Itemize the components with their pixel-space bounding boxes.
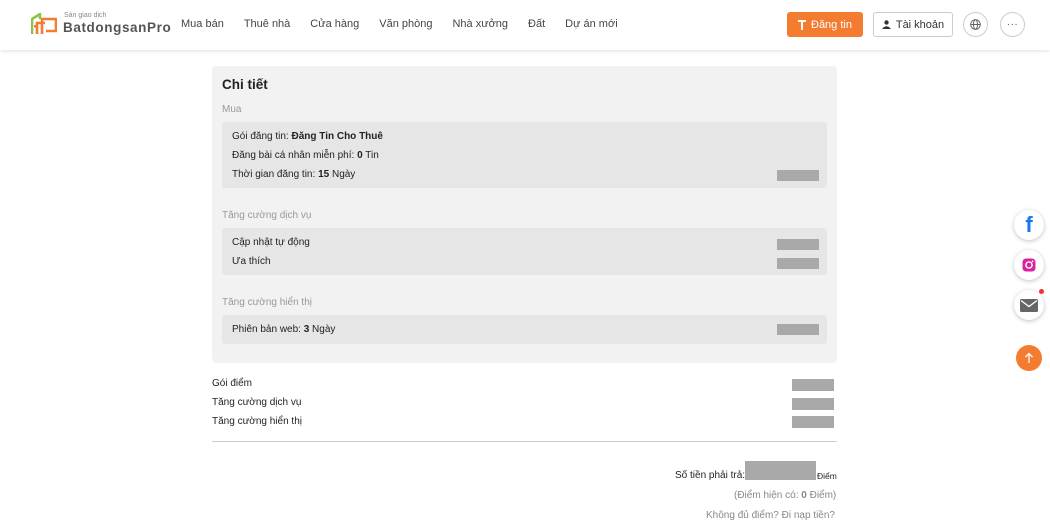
arrow-up-icon [1025,352,1033,363]
duration-value: 15 [318,169,330,180]
nav-item-van-phong[interactable]: Văn phòng [379,18,432,30]
post-listing-label: Đăng tin [811,18,852,31]
notification-dot [1039,289,1044,294]
current-points-prefix: (Điểm hiện có: [734,490,802,501]
nav-item-thue-nha[interactable]: Thuê nhà [244,18,290,30]
redacted-price [792,398,834,410]
logo-text[interactable]: BatdongsanPro [63,20,171,35]
pin-icon [798,19,806,30]
logo-tagline: Sàn giao dịch [64,12,107,19]
detail-card: Chi tiết Mua Gói đăng tin: Đăng Tin Cho … [212,66,837,363]
account-label: Tài khoản [895,18,945,31]
section-service-label: Tăng cường dịch vụ [222,210,312,221]
service-item: Cập nhật tự động [232,237,310,248]
scroll-top-button[interactable] [1016,345,1042,371]
detail-title: Chi tiết [222,77,268,92]
language-button[interactable] [963,12,988,37]
free-post-label: Đăng bài cá nhân miễn phí: [232,150,358,161]
duration-row: Thời gian đăng tin: 15 Ngày [232,169,355,180]
package-label: Gói đăng tin: [232,131,292,142]
section-buy-label: Mua [222,104,242,115]
facebook-icon: f [1025,212,1033,237]
section-display-label: Tăng cường hiển thị [222,297,312,308]
logo-icon[interactable] [31,13,57,35]
web-version-row: Phiên bản web: 3 Ngày [232,324,335,335]
top-header: Sàn giao dịch BatdongsanPro Mua bán Thuê… [0,0,1050,50]
duration-label: Thời gian đăng tin: [232,169,319,180]
duration-unit: Ngày [329,169,356,180]
user-icon [881,20,891,29]
instagram-button[interactable] [1014,250,1044,280]
summary-display: Tăng cường hiển thị [212,416,302,427]
nav-item-nha-xuong[interactable]: Nhà xưởng [452,18,508,30]
mail-button[interactable] [1014,290,1044,320]
free-post-unit: Tin [362,150,379,161]
summary-points-package: Gói điểm [212,378,253,389]
redacted-price [777,258,819,269]
redacted-price [792,416,834,428]
more-icon: ··· [1006,19,1019,30]
display-box: Phiên bản web: 3 Ngày [222,315,827,344]
more-button[interactable]: ··· [1000,12,1025,37]
redacted-price [777,170,819,181]
topup-link[interactable]: Không đủ điểm? Đi nạp tiền? [706,510,835,521]
current-points-suffix: Điểm) [806,490,837,501]
summary-service: Tăng cường dịch vụ [212,397,302,408]
total-unit: Điểm [817,471,837,481]
redacted-price [777,324,819,335]
main-nav: Mua bán Thuê nhà Cửa hàng Văn phòng Nhà … [181,18,618,30]
redacted-total [745,461,816,480]
nav-item-dat[interactable]: Đất [528,18,545,30]
service-item: Ưa thích [232,256,271,267]
instagram-icon [1022,258,1036,272]
facebook-button[interactable]: f [1014,210,1044,240]
globe-icon [970,19,981,30]
summary-divider [212,441,837,442]
web-version-label: Phiên bản web: [232,324,304,335]
account-button[interactable]: Tài khoản [873,12,953,37]
web-version-unit: Ngày [309,324,336,335]
redacted-price [777,239,819,250]
total-label: Số tiền phải trả: [675,470,746,481]
mail-icon [1020,298,1038,312]
nav-item-du-an-moi[interactable]: Dự án mới [565,18,617,30]
package-box: Gói đăng tin: Đăng Tin Cho Thuê Đăng bài… [222,122,827,188]
current-points: (Điểm hiện có: 0 Điểm) [734,490,836,501]
service-box: Cập nhật tự động Ưa thích [222,228,827,275]
package-value: Đăng Tin Cho Thuê [291,131,383,142]
free-post-row: Đăng bài cá nhân miễn phí: 0 Tin [232,150,379,161]
package-row: Gói đăng tin: Đăng Tin Cho Thuê [232,131,383,142]
post-listing-button[interactable]: Đăng tin [787,12,863,37]
redacted-price [792,379,834,391]
nav-item-mua-ban[interactable]: Mua bán [181,18,224,30]
nav-item-cua-hang[interactable]: Cửa hàng [310,18,359,30]
